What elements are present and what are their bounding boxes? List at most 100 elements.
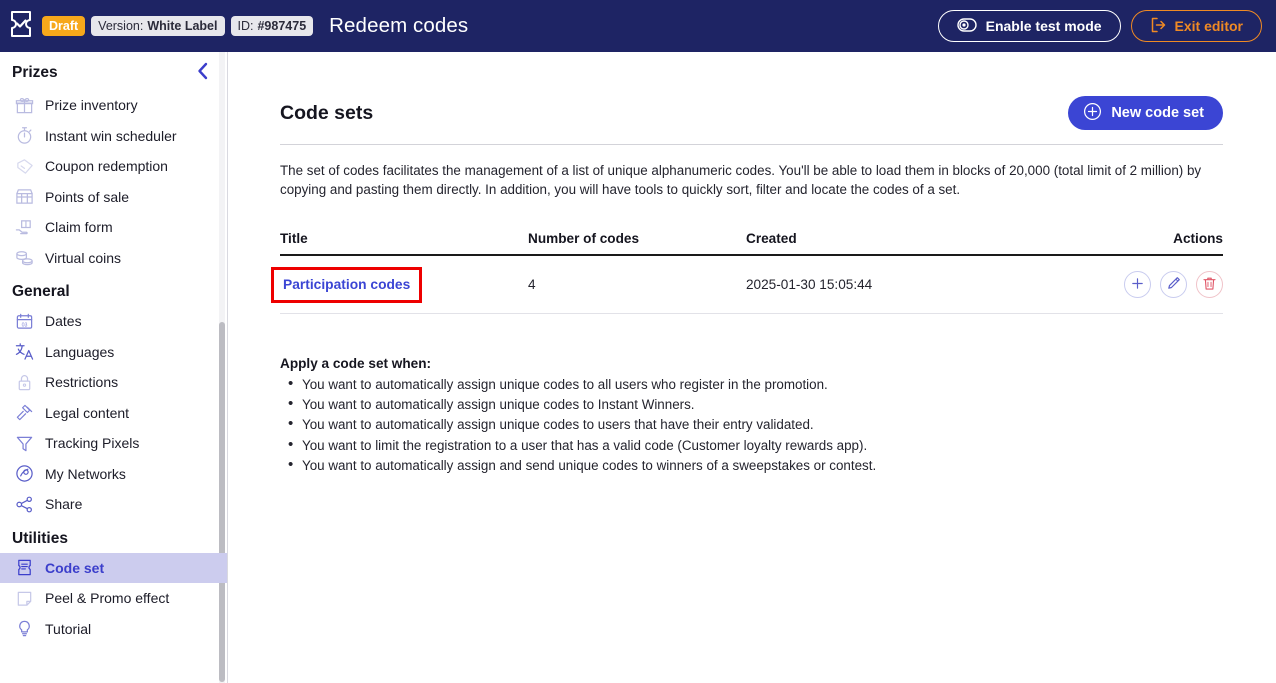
sidebar-item-dates[interactable]: 03 Dates [0,306,227,337]
sidebar-item-label: Instant win scheduler [45,127,177,144]
sidebar-group-header-prizes: Prizes [0,52,227,90]
sidebar-item-languages[interactable]: Languages [0,337,227,368]
gavel-icon [14,403,34,423]
sidebar-item-label: Points of sale [45,188,130,205]
storefront-icon [14,187,34,207]
sidebar-content: Prizes Prize inventory Instant win sched… [0,52,227,645]
sidebar-item-label: Legal content [45,404,130,421]
new-code-set-button[interactable]: New code set [1068,96,1223,130]
cell-title: Participation codes [271,266,528,303]
sidebar-item-label: Claim form [45,219,113,236]
version-badge: Version: White Label [91,16,225,36]
sidebar-item-label: Tutorial [45,620,92,637]
sidebar-item-my-networks[interactable]: My Networks [0,459,227,490]
network-icon [14,464,34,484]
column-header-actions: Actions [1173,231,1223,246]
cell-actions [1103,271,1223,298]
sidebar-item-label: Prize inventory [45,97,138,114]
sidebar-item-code-set[interactable]: Code set [0,552,227,583]
sidebar-item-share[interactable]: Share [0,489,227,520]
new-code-set-label: New code set [1111,105,1204,121]
section-header: Code sets New code set [280,96,1223,145]
sidebar-item-tracking-pixels[interactable]: Tracking Pixels [0,428,227,459]
sidebar-item-label: Peel & Promo effect [45,590,170,607]
gift-icon [14,95,34,115]
coupon-icon [14,156,34,176]
code-set-title-link[interactable]: Participation codes [283,277,410,292]
page-title: Redeem codes [329,14,469,37]
exit-editor-label: Exit editor [1174,18,1243,34]
trash-icon [1201,275,1218,295]
calendar-icon: 03 [14,311,34,331]
sidebar-item-label: Dates [45,313,82,330]
version-badge-label: Version: [98,19,144,33]
toggle-icon [956,17,977,35]
sidebar: Prizes Prize inventory Instant win sched… [0,52,228,683]
exit-editor-button[interactable]: Exit editor [1130,10,1262,42]
sidebar-group-title: Prizes [12,64,58,81]
section-description: The set of codes facilitates the managem… [280,163,1202,197]
hand-gift-icon [14,217,34,237]
main-content: Code sets New code set The set of codes … [229,52,1276,683]
sidebar-item-points-of-sale[interactable]: Points of sale [0,182,227,213]
column-header-created: Created [746,231,797,246]
status-badge: Draft [42,16,86,36]
sidebar-item-legal-content[interactable]: Legal content [0,398,227,429]
sidebar-item-label: Code set [45,559,105,576]
apply-code-set-section: Apply a code set when: You want to autom… [280,356,1223,476]
id-badge-label: ID: [237,19,254,33]
enable-test-mode-label: Enable test mode [985,18,1102,34]
share-icon [14,494,34,514]
apply-list: You want to automatically assign unique … [280,375,1223,476]
highlight-annotation: Participation codes [271,266,423,303]
apply-title: Apply a code set when: [280,356,432,371]
coins-icon [14,248,34,268]
enable-test-mode-button[interactable]: Enable test mode [937,10,1121,42]
translate-icon [14,342,34,362]
list-item: You want to limit the registration to a … [280,436,1223,456]
sidebar-item-restrictions[interactable]: Restrictions [0,367,227,398]
ticket-check-icon [9,10,33,43]
sidebar-item-label: Virtual coins [45,249,122,266]
sidebar-group-title-utilities: Utilities [12,529,68,547]
id-badge-value: #987475 [257,19,307,33]
app-logo[interactable] [0,0,42,52]
plus-circle-icon [1129,275,1146,295]
code-sets-table: Title Number of codes Created Actions Pa… [271,231,1223,314]
add-codes-button[interactable] [1124,271,1151,298]
sidebar-item-label: Languages [45,343,115,360]
plus-circle-icon [1083,102,1102,125]
sidebar-item-peel-promo-effect[interactable]: Peel & Promo effect [0,583,227,614]
column-header-title: Title [280,231,308,246]
list-item: You want to automatically assign unique … [280,375,1223,395]
peel-icon [14,588,34,608]
sidebar-item-label: My Networks [45,465,126,482]
column-header-number-of-codes: Number of codes [528,231,640,246]
code-sets-panel: Code sets New code set The set of codes … [271,96,1223,476]
cell-number-of-codes: 4 [528,277,536,292]
svg-text:03: 03 [21,322,27,328]
sidebar-item-virtual-coins[interactable]: Virtual coins [0,243,227,274]
cell-created: 2025-01-30 15:05:44 [746,277,873,292]
sidebar-item-label: Coupon redemption [45,158,168,175]
sidebar-item-instant-win-scheduler[interactable]: Instant win scheduler [0,121,227,152]
version-badge-value: White Label [147,19,218,33]
sidebar-item-label: Restrictions [45,374,119,391]
sidebar-item-prize-inventory[interactable]: Prize inventory [0,90,227,121]
sidebar-item-tutorial[interactable]: Tutorial [0,614,227,645]
list-item: You want to automatically assign unique … [280,415,1223,435]
table-row: Participation codes 4 2025-01-30 15:05:4… [271,256,1223,314]
sidebar-item-label: Share [45,496,83,513]
funnel-icon [14,433,34,453]
sidebar-item-coupon-redemption[interactable]: Coupon redemption [0,151,227,182]
chevron-left-icon [196,62,210,85]
id-badge: ID: #987475 [230,16,314,36]
edit-code-set-button[interactable] [1160,271,1187,298]
section-title: Code sets [280,101,374,124]
collapse-sidebar-button[interactable] [192,62,214,84]
lock-icon [14,372,34,392]
sidebar-group-title-general: General [12,283,70,300]
lightbulb-icon [14,619,34,639]
delete-code-set-button[interactable] [1196,271,1223,298]
sidebar-item-claim-form[interactable]: Claim form [0,212,227,243]
